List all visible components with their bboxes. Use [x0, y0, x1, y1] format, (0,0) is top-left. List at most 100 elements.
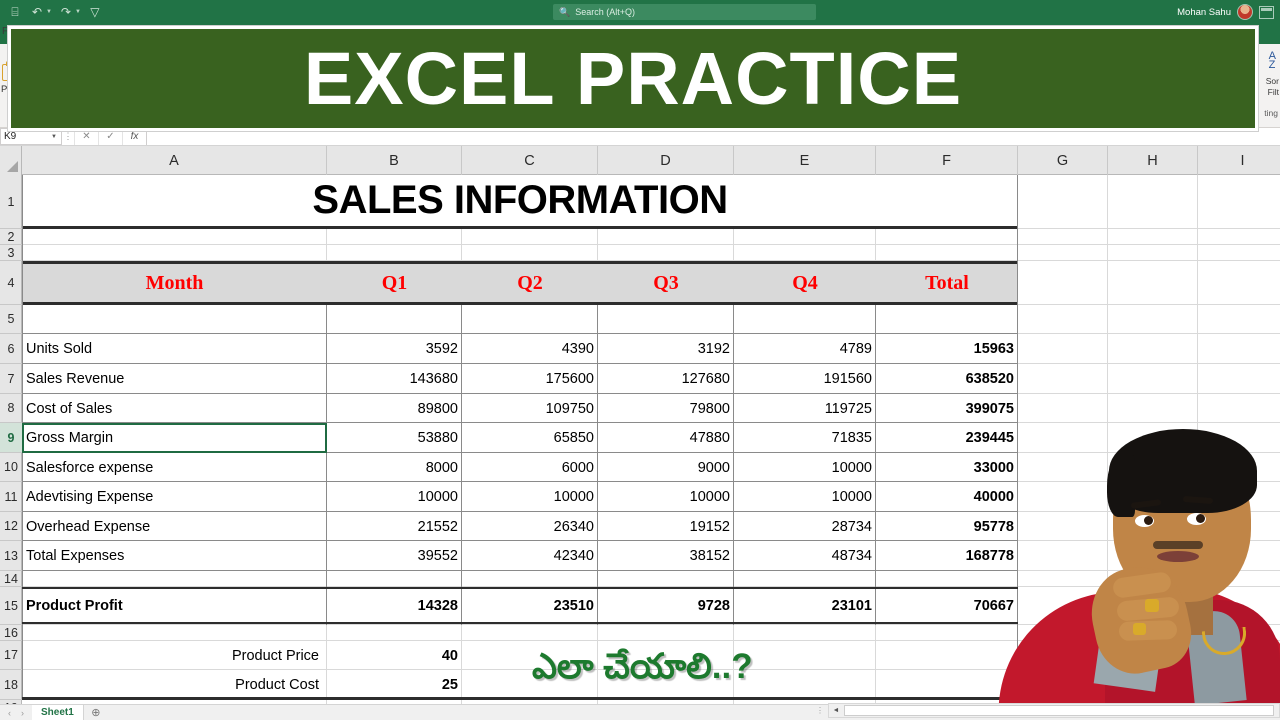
- horizontal-scroll-thumb[interactable]: [844, 705, 1274, 716]
- table-cell-q4[interactable]: 119725: [734, 394, 876, 423]
- sort-label[interactable]: Sor: [1266, 76, 1279, 86]
- table-cell-q1[interactable]: 21552: [327, 512, 462, 541]
- search-input[interactable]: 🔍 Search (Alt+Q): [553, 4, 816, 20]
- column-header-d[interactable]: D: [598, 146, 734, 175]
- table-cell-q1[interactable]: 8000: [327, 453, 462, 482]
- sheet-title-cell[interactable]: SALES INFORMATION: [22, 175, 1018, 229]
- table-cell-total[interactable]: 15963: [876, 334, 1018, 364]
- row-header-13[interactable]: 13: [0, 541, 22, 571]
- table-cell-total[interactable]: 399075: [876, 394, 1018, 423]
- param-label[interactable]: Product Cost: [22, 670, 327, 700]
- table-cell-q3[interactable]: 127680: [598, 364, 734, 394]
- table-cell-q3[interactable]: 47880: [598, 423, 734, 453]
- column-header-h[interactable]: H: [1108, 146, 1198, 175]
- table-cell-total[interactable]: 638520: [876, 364, 1018, 394]
- horizontal-scrollbar[interactable]: ◄: [828, 703, 1280, 718]
- table-row-label[interactable]: Units Sold: [22, 334, 327, 364]
- table-cell-q1[interactable]: 10000: [327, 482, 462, 512]
- table-cell-q1[interactable]: 143680: [327, 364, 462, 394]
- table-cell-q3[interactable]: 9000: [598, 453, 734, 482]
- profit-cell-total[interactable]: 70667: [876, 587, 1018, 625]
- row-header-5[interactable]: 5: [0, 305, 22, 334]
- profit-cell-q3[interactable]: 9728: [598, 587, 734, 625]
- table-cell-q2[interactable]: 10000: [462, 482, 598, 512]
- row-header-14[interactable]: 14: [0, 571, 22, 587]
- param-value[interactable]: 25: [327, 670, 462, 700]
- row-header-1[interactable]: 1: [0, 175, 22, 229]
- table-row-label[interactable]: Overhead Expense: [22, 512, 327, 541]
- filter-label[interactable]: Filt: [1268, 87, 1279, 97]
- param-label[interactable]: Product Price: [22, 641, 327, 670]
- table-cell-total[interactable]: 95778: [876, 512, 1018, 541]
- save-icon[interactable]: ⌸: [5, 3, 25, 22]
- row-header-15[interactable]: 15: [0, 587, 22, 625]
- scroll-left-icon[interactable]: ◄: [829, 704, 843, 717]
- redo-dropdown-icon[interactable]: ▼: [75, 9, 83, 15]
- table-cell-q2[interactable]: 65850: [462, 423, 598, 453]
- table-cell-q3[interactable]: 19152: [598, 512, 734, 541]
- column-header-f[interactable]: F: [876, 146, 1018, 175]
- row-header-9[interactable]: 9: [0, 423, 22, 453]
- sheet-tab-sheet1[interactable]: Sheet1: [32, 704, 84, 720]
- table-cell-q1[interactable]: 39552: [327, 541, 462, 571]
- profit-cell-q2[interactable]: 23510: [462, 587, 598, 625]
- profit-row-label[interactable]: Product Profit: [22, 587, 327, 625]
- profit-cell-q4[interactable]: 23101: [734, 587, 876, 625]
- column-header-e[interactable]: E: [734, 146, 876, 175]
- table-cell-total[interactable]: 168778: [876, 541, 1018, 571]
- row-header-17[interactable]: 17: [0, 641, 22, 670]
- chevron-down-icon[interactable]: ▼: [51, 134, 57, 140]
- table-row-label[interactable]: Total Expenses: [22, 541, 327, 571]
- table-cell-q2[interactable]: 175600: [462, 364, 598, 394]
- sheet-cells[interactable]: SALES INFORMATION Month Q1 Q2 Q3 Q4 Total Uni…: [22, 175, 1280, 704]
- table-row-label[interactable]: Cost of Sales: [22, 394, 327, 423]
- table-row-label[interactable]: Gross Margin: [22, 423, 327, 453]
- table-cell-q3[interactable]: 79800: [598, 394, 734, 423]
- table-cell-q3[interactable]: 3192: [598, 334, 734, 364]
- select-all-corner[interactable]: [0, 146, 22, 175]
- avatar[interactable]: [1237, 4, 1253, 20]
- redo-icon[interactable]: ↷: [56, 3, 76, 22]
- ribbon-display-options-icon[interactable]: [1259, 5, 1274, 19]
- undo-dropdown-icon[interactable]: ▼: [46, 9, 54, 15]
- table-header-q4[interactable]: Q4: [734, 264, 876, 302]
- table-cell-q4[interactable]: 48734: [734, 541, 876, 571]
- table-cell-q4[interactable]: 28734: [734, 512, 876, 541]
- table-header-q1[interactable]: Q1: [327, 264, 462, 302]
- row-header-8[interactable]: 8: [0, 394, 22, 423]
- column-header-g[interactable]: G: [1018, 146, 1108, 175]
- row-header-6[interactable]: 6: [0, 334, 22, 364]
- row-header-4[interactable]: 4: [0, 261, 22, 305]
- table-cell-q2[interactable]: 4390: [462, 334, 598, 364]
- table-cell-q3[interactable]: 10000: [598, 482, 734, 512]
- table-cell-q1[interactable]: 53880: [327, 423, 462, 453]
- table-header-month[interactable]: Month: [22, 264, 327, 302]
- add-sheet-icon[interactable]: ⊕: [84, 705, 108, 720]
- table-cell-q2[interactable]: 26340: [462, 512, 598, 541]
- row-header-16[interactable]: 16: [0, 625, 22, 641]
- row-header-2[interactable]: 2: [0, 229, 22, 245]
- row-header-12[interactable]: 12: [0, 512, 22, 541]
- table-cell-q4[interactable]: 71835: [734, 423, 876, 453]
- customize-quick-access-icon[interactable]: ▽: [85, 3, 105, 22]
- table-cell-q1[interactable]: 3592: [327, 334, 462, 364]
- table-row-label[interactable]: Salesforce expense: [22, 453, 327, 482]
- table-header-total[interactable]: Total: [876, 264, 1018, 302]
- table-cell-q2[interactable]: 42340: [462, 541, 598, 571]
- table-row-label[interactable]: Sales Revenue: [22, 364, 327, 394]
- table-cell-q3[interactable]: 38152: [598, 541, 734, 571]
- column-header-a[interactable]: A: [22, 146, 327, 175]
- table-header-q3[interactable]: Q3: [598, 264, 734, 302]
- prev-sheet-icon[interactable]: ‹: [8, 708, 11, 718]
- column-header-c[interactable]: C: [462, 146, 598, 175]
- table-cell-q2[interactable]: 6000: [462, 453, 598, 482]
- table-header-q2[interactable]: Q2: [462, 264, 598, 302]
- row-header-3[interactable]: 3: [0, 245, 22, 261]
- undo-icon[interactable]: ↶: [27, 3, 47, 22]
- table-cell-total[interactable]: 239445: [876, 423, 1018, 453]
- row-header-18[interactable]: 18: [0, 670, 22, 700]
- table-cell-q2[interactable]: 109750: [462, 394, 598, 423]
- table-cell-q1[interactable]: 89800: [327, 394, 462, 423]
- table-cell-total[interactable]: 40000: [876, 482, 1018, 512]
- table-cell-total[interactable]: 33000: [876, 453, 1018, 482]
